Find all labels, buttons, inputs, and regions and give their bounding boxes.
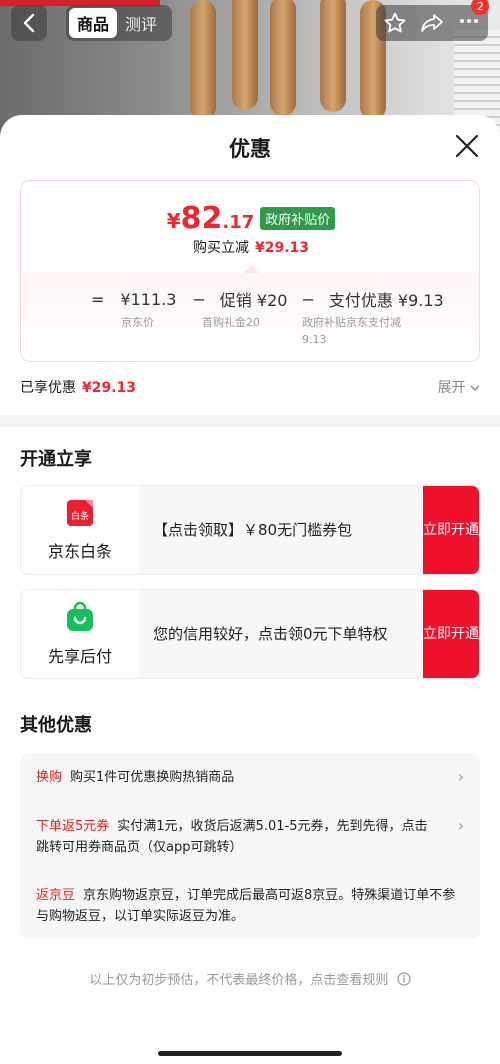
chevron-right-icon[interactable]: › [458,816,464,835]
chevron-left-icon [23,13,35,33]
open-card-left: 白条 京东白条 [21,486,139,574]
discount-tag: 换购 [36,770,63,785]
instant-reduction: 购买立减 ¥29.13 [21,237,479,257]
breakdown-caret [243,265,259,273]
open-card-desc: 您的信用较好，点击领0元下单特权 [153,625,388,643]
home-indicator[interactable] [158,1051,342,1056]
section-divider [0,415,500,427]
discount-tag: 返京豆 [36,888,76,903]
tab-product[interactable]: 商品 [69,8,118,38]
discount-item-exchange[interactable]: 换购 购买1件可优惠换购热销商品 [36,767,456,788]
discount-text: 购买1件可优惠换购热销商品 [70,770,235,785]
open-card-pay-later[interactable]: 先享后付 您的信用较好，点击领0元下单特权 立即开通 [20,589,480,679]
promo-amount: 促销 ¥20 [219,291,288,310]
final-price-row: ¥82.17 政府补贴价 [21,201,479,236]
discount-text: 京东购物返京豆，订单完成后最高可返8京豆。特殊渠道订单不参与购物返豆，以订单实际… [36,888,456,924]
more-menu-button[interactable]: 2 [457,0,490,37]
base-price: ¥111.3 [120,289,177,309]
equals-sign: = [91,289,105,309]
star-icon[interactable] [383,11,407,35]
chevron-down-icon [470,385,480,391]
discount-item-jingdou: 返京豆 京东购物返京豆，订单完成后最高可返8京豆。特殊渠道订单不参与购物返豆，以订… [36,885,456,927]
price-breakdown-card: ¥82.17 政府补贴价 购买立减 ¥29.13 = ¥111.3 − 促销 ¥2… [20,180,480,362]
currency-symbol: ¥ [166,209,181,233]
minus-sign: − [301,289,315,309]
final-price: ¥82.17 [167,201,255,236]
open-card-name: 京东白条 [47,542,112,561]
nav-actions: 2 [376,0,490,41]
other-discounts-list: 换购 购买1件可优惠换购热销商品 › 下单返5元券 实付满1元，收货后返满5.01-… [20,753,480,939]
enjoyed-discount: 已享优惠 ¥29.13 [20,377,136,397]
price-formula: = ¥111.3 − 促销 ¥20 − 支付优惠 ¥9.13 [91,287,444,311]
discount-item-coupon[interactable]: 下单返5元券 实付满1元，收货后返满5.01-5元券，先到先得，点击跳转可用券商品… [36,816,436,858]
open-card-desc: 【点击领取】￥80无门槛券包 [153,521,353,539]
discount-tag: 下单返5元券 [36,819,110,834]
expand-label: 展开 [437,380,466,396]
shopping-bag-icon [67,601,93,631]
open-now-button[interactable]: 立即开通 [423,590,479,678]
pay-discount-label: 政府补贴京东支付减9.13 [302,316,401,346]
open-card-left: 先享后付 [21,590,139,678]
close-icon[interactable] [454,133,480,159]
notification-badge: 2 [471,0,490,15]
share-icon[interactable] [420,11,444,35]
gov-subsidy-tag: 政府补贴价 [260,207,336,230]
open-now-button[interactable]: 立即开通 [423,486,479,574]
back-button[interactable] [11,5,47,41]
price-decimal: .17 [222,212,255,233]
open-section-title: 开通立享 [20,449,92,470]
info-icon [396,972,411,986]
chevron-right-icon[interactable]: › [458,767,464,786]
enjoyed-label: 已享优惠 [20,380,76,396]
enjoyed-amount: ¥29.13 [82,380,137,396]
discount-sheet: 优惠 ¥82.17 政府补贴价 购买立减 ¥29.13 = ¥111.3 − 促销… [0,115,500,1064]
expand-button[interactable]: 展开 [438,377,480,397]
baitiao-icon: 白条 [67,500,93,526]
promo-label: 首购礼金20 [202,316,260,329]
price-integer: 82 [180,201,223,236]
open-card-baitiao[interactable]: 白条 京东白条 【点击领取】￥80无门槛券包 立即开通 [20,485,480,575]
top-nav: 商品 测评 2 [0,0,500,41]
reduce-label: 购买立减 [192,240,249,256]
page-tabs: 商品 测评 [66,5,172,41]
tab-review[interactable]: 测评 [117,8,165,38]
other-section-title: 其他优惠 [20,715,92,736]
rules-footnote[interactable]: 以上仅为初步预估，不代表最终价格，点击查看规则 [0,969,500,988]
baitiao-icon-text: 白条 [71,510,89,522]
pay-discount-amount: 支付优惠 ¥9.13 [328,291,444,310]
sheet-title: 优惠 [229,137,271,161]
base-price-label: 京东价 [121,316,154,329]
footnote-text: 以上仅为初步预估，不代表最终价格，点击查看规则 [89,973,389,988]
minus-sign: − [192,289,206,309]
open-card-name: 先享后付 [47,647,112,666]
reduce-amount: ¥29.13 [254,240,310,256]
